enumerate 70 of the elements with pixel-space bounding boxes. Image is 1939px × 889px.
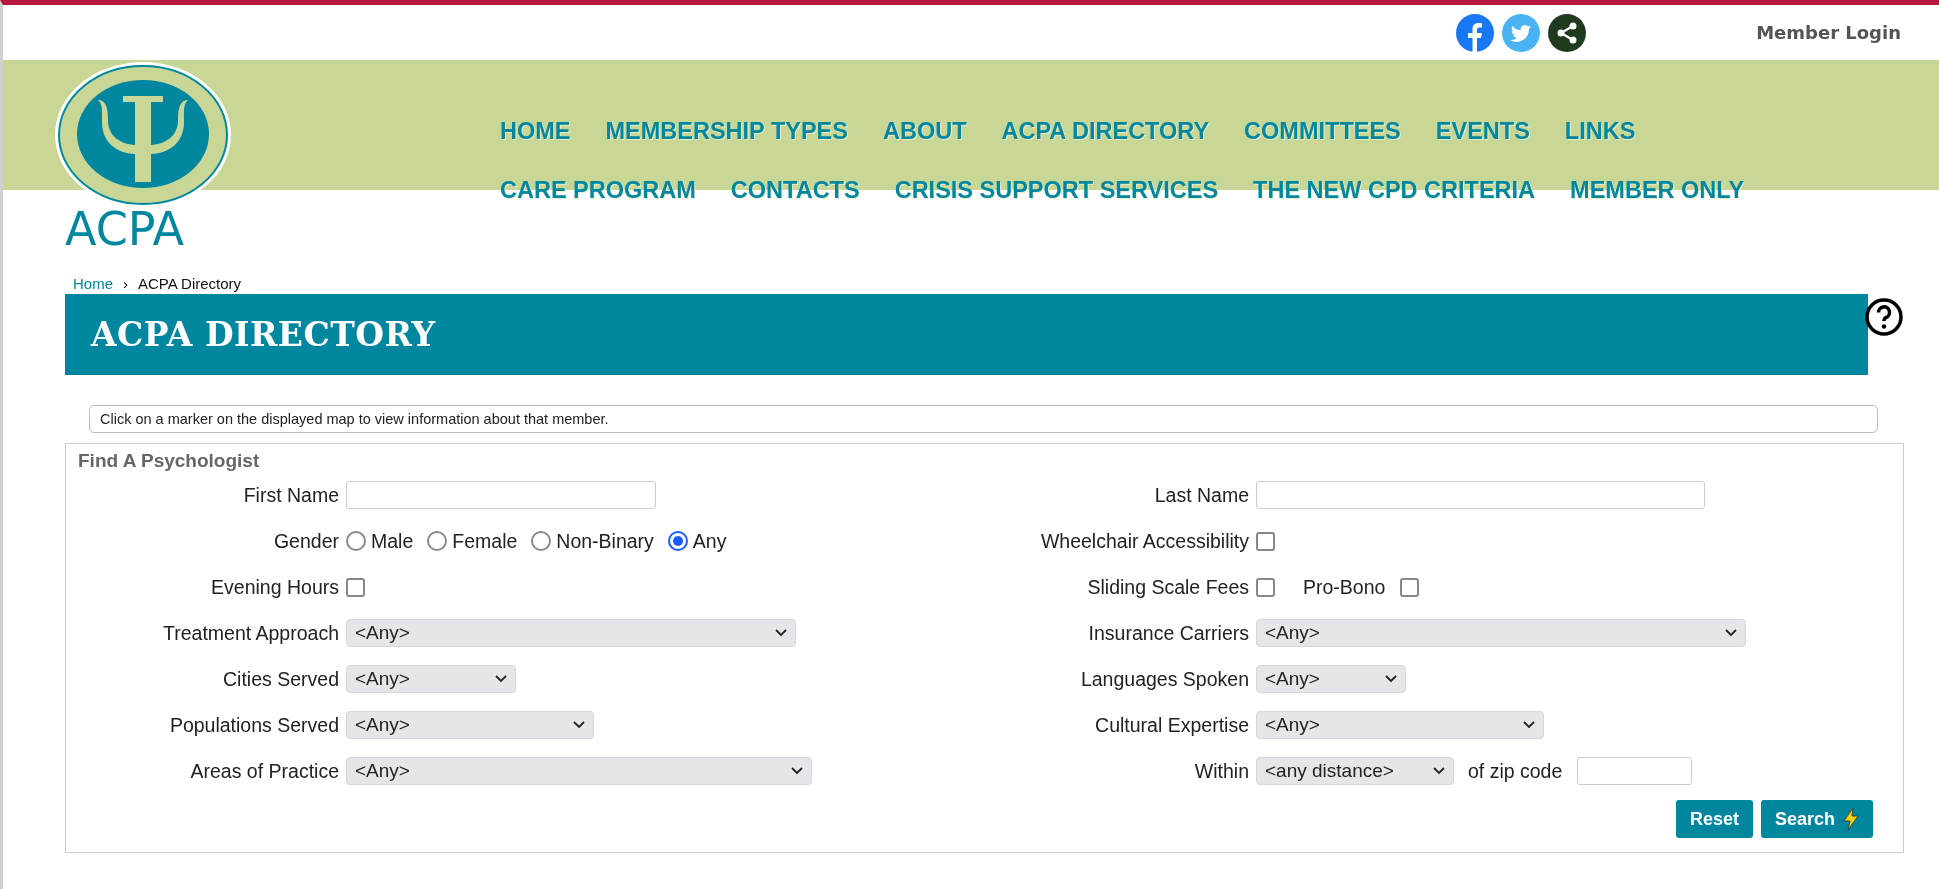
select-field[interactable]: <Any> xyxy=(346,619,796,647)
radio-option[interactable]: Any xyxy=(667,529,727,553)
logo-text: ACPA xyxy=(65,206,185,252)
select-field[interactable]: <Any> xyxy=(1256,619,1746,647)
checkbox[interactable] xyxy=(346,577,365,597)
nav-link[interactable]: THE NEW CPD CRITERIA xyxy=(1253,177,1536,204)
text-field[interactable] xyxy=(346,481,656,509)
chevron-icon xyxy=(791,767,803,775)
field-label: Cultural Expertise xyxy=(1095,713,1250,737)
share-icon[interactable] xyxy=(1548,13,1587,52)
select-field[interactable]: <Any> xyxy=(346,665,516,693)
select-field[interactable]: <Any> xyxy=(346,757,812,785)
nav-link[interactable]: MEMBER ONLY xyxy=(1570,177,1745,204)
field-label: Populations Served xyxy=(169,713,340,737)
help-icon[interactable] xyxy=(1864,297,1904,337)
info-message: Click on a marker on the displayed map to view information about that member. xyxy=(89,405,1878,433)
checkbox[interactable] xyxy=(1400,577,1420,597)
nav-link[interactable]: ACPA DIRECTORY xyxy=(1001,118,1210,145)
field-label: Pro-Bono xyxy=(1303,575,1387,599)
chevron-icon xyxy=(1385,675,1397,683)
field-label: Last Name xyxy=(1154,483,1250,507)
facebook-icon[interactable] xyxy=(1456,13,1495,52)
field-label: Gender xyxy=(273,529,340,553)
select-field[interactable]: <Any> xyxy=(1256,711,1544,739)
nav-link[interactable]: LINKS xyxy=(1564,118,1636,145)
field-label: Within xyxy=(1194,759,1250,783)
zip-code-field[interactable] xyxy=(1577,757,1693,785)
twitter-icon[interactable] xyxy=(1502,13,1541,52)
field-label: Languages Spoken xyxy=(1080,667,1250,691)
radio-option[interactable]: Male xyxy=(346,529,414,553)
radio-option[interactable]: Female xyxy=(427,529,518,553)
field-label: Areas of Practice xyxy=(190,759,340,783)
checkbox[interactable] xyxy=(1256,531,1275,551)
nav-link[interactable]: HOME xyxy=(500,118,571,145)
radio-option[interactable]: Non-Binary xyxy=(531,529,654,553)
lightning-icon xyxy=(1843,808,1859,830)
chevron-icon xyxy=(1433,767,1445,775)
nav-link[interactable]: MEMBERSHIP TYPES xyxy=(605,118,848,145)
field-label: Insurance Carriers xyxy=(1088,621,1250,645)
breadcrumb-separator: › xyxy=(123,274,128,292)
field-label: of zip code xyxy=(1468,759,1564,783)
nav-link[interactable]: EVENTS xyxy=(1435,118,1530,145)
nav-link[interactable]: CONTACTS xyxy=(730,177,860,204)
select-field[interactable]: <Any> xyxy=(346,711,594,739)
chevron-icon xyxy=(775,629,787,637)
nav-link[interactable]: ABOUT xyxy=(882,118,967,145)
nav-link[interactable]: CRISIS SUPPORT SERVICES xyxy=(894,177,1219,204)
select-field[interactable]: <any distance> xyxy=(1256,757,1454,785)
nav-link[interactable]: CARE PROGRAM xyxy=(500,177,696,204)
field-label: Treatment Approach xyxy=(163,621,340,645)
form-legend: Find A Psychologist xyxy=(78,450,1891,472)
page-title: ACPA DIRECTORY xyxy=(91,315,436,354)
reset-button[interactable]: Reset xyxy=(1675,800,1753,838)
checkbox[interactable] xyxy=(1256,577,1275,597)
member-login-link[interactable]: Member Login xyxy=(1756,22,1901,43)
field-label: First Name xyxy=(243,483,340,507)
chevron-icon xyxy=(495,675,507,683)
chevron-icon xyxy=(1523,721,1535,729)
field-label: Cities Served xyxy=(223,667,340,691)
text-field[interactable] xyxy=(1256,481,1705,509)
chevron-icon xyxy=(1725,629,1737,637)
field-label: Wheelchair Accessibility xyxy=(1040,529,1250,553)
chevron-icon xyxy=(573,721,585,729)
breadcrumb-current: ACPA Directory xyxy=(138,274,242,292)
field-label: Evening Hours xyxy=(211,575,340,599)
search-button[interactable]: Search xyxy=(1760,800,1873,838)
breadcrumb-link[interactable]: Home xyxy=(73,274,113,292)
nav-link[interactable]: COMMITTEES xyxy=(1244,118,1401,145)
select-field[interactable]: <Any> xyxy=(1256,665,1406,693)
field-label: Sliding Scale Fees xyxy=(1087,575,1250,599)
